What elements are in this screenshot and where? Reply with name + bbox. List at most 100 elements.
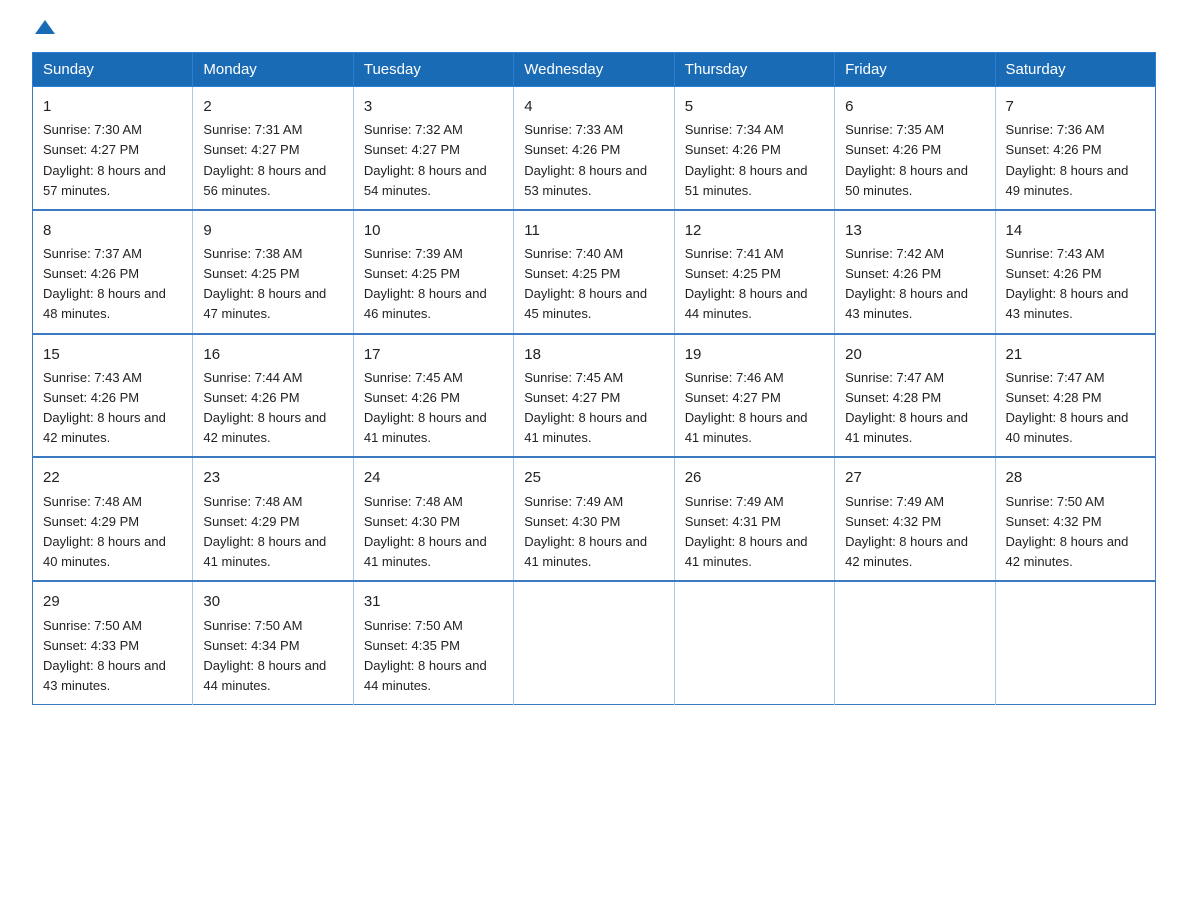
day-number: 15 xyxy=(43,343,182,366)
calendar-cell: 22 Sunrise: 7:48 AM Sunset: 4:29 PM Dayl… xyxy=(33,457,193,581)
calendar-cell xyxy=(514,581,674,704)
day-sunset: Sunset: 4:26 PM xyxy=(43,266,139,281)
day-number: 28 xyxy=(1006,466,1145,489)
day-sunrise: Sunrise: 7:33 AM xyxy=(524,122,623,137)
day-sunrise: Sunrise: 7:30 AM xyxy=(43,122,142,137)
day-daylight: Daylight: 8 hours and 41 minutes. xyxy=(524,410,647,445)
day-daylight: Daylight: 8 hours and 44 minutes. xyxy=(685,286,808,321)
calendar-cell: 19 Sunrise: 7:46 AM Sunset: 4:27 PM Dayl… xyxy=(674,334,834,458)
day-daylight: Daylight: 8 hours and 44 minutes. xyxy=(364,658,487,693)
day-number: 23 xyxy=(203,466,342,489)
calendar-cell: 30 Sunrise: 7:50 AM Sunset: 4:34 PM Dayl… xyxy=(193,581,353,704)
day-sunset: Sunset: 4:29 PM xyxy=(203,514,299,529)
day-daylight: Daylight: 8 hours and 48 minutes. xyxy=(43,286,166,321)
calendar-cell: 7 Sunrise: 7:36 AM Sunset: 4:26 PM Dayli… xyxy=(995,87,1155,210)
day-daylight: Daylight: 8 hours and 43 minutes. xyxy=(845,286,968,321)
day-sunset: Sunset: 4:26 PM xyxy=(845,266,941,281)
day-number: 8 xyxy=(43,219,182,242)
day-daylight: Daylight: 8 hours and 51 minutes. xyxy=(685,163,808,198)
day-sunrise: Sunrise: 7:41 AM xyxy=(685,246,784,261)
calendar-cell xyxy=(674,581,834,704)
day-sunset: Sunset: 4:26 PM xyxy=(685,142,781,157)
calendar-cell: 6 Sunrise: 7:35 AM Sunset: 4:26 PM Dayli… xyxy=(835,87,995,210)
day-number: 17 xyxy=(364,343,503,366)
day-number: 10 xyxy=(364,219,503,242)
day-daylight: Daylight: 8 hours and 47 minutes. xyxy=(203,286,326,321)
day-number: 18 xyxy=(524,343,663,366)
day-daylight: Daylight: 8 hours and 41 minutes. xyxy=(524,534,647,569)
day-daylight: Daylight: 8 hours and 49 minutes. xyxy=(1006,163,1129,198)
weekday-header-wednesday: Wednesday xyxy=(514,53,674,87)
day-sunrise: Sunrise: 7:42 AM xyxy=(845,246,944,261)
calendar-cell: 11 Sunrise: 7:40 AM Sunset: 4:25 PM Dayl… xyxy=(514,210,674,334)
day-sunset: Sunset: 4:30 PM xyxy=(364,514,460,529)
page-header xyxy=(32,24,1156,34)
day-number: 24 xyxy=(364,466,503,489)
calendar-cell: 18 Sunrise: 7:45 AM Sunset: 4:27 PM Dayl… xyxy=(514,334,674,458)
calendar-cell: 24 Sunrise: 7:48 AM Sunset: 4:30 PM Dayl… xyxy=(353,457,513,581)
day-sunrise: Sunrise: 7:31 AM xyxy=(203,122,302,137)
day-sunset: Sunset: 4:26 PM xyxy=(1006,266,1102,281)
day-daylight: Daylight: 8 hours and 41 minutes. xyxy=(845,410,968,445)
day-sunrise: Sunrise: 7:45 AM xyxy=(364,370,463,385)
day-sunrise: Sunrise: 7:49 AM xyxy=(524,494,623,509)
day-sunrise: Sunrise: 7:48 AM xyxy=(203,494,302,509)
day-number: 9 xyxy=(203,219,342,242)
calendar-cell: 14 Sunrise: 7:43 AM Sunset: 4:26 PM Dayl… xyxy=(995,210,1155,334)
day-sunset: Sunset: 4:27 PM xyxy=(43,142,139,157)
day-daylight: Daylight: 8 hours and 44 minutes. xyxy=(203,658,326,693)
day-daylight: Daylight: 8 hours and 41 minutes. xyxy=(203,534,326,569)
calendar-cell: 1 Sunrise: 7:30 AM Sunset: 4:27 PM Dayli… xyxy=(33,87,193,210)
day-sunset: Sunset: 4:25 PM xyxy=(685,266,781,281)
day-sunset: Sunset: 4:27 PM xyxy=(203,142,299,157)
calendar-cell: 13 Sunrise: 7:42 AM Sunset: 4:26 PM Dayl… xyxy=(835,210,995,334)
day-sunset: Sunset: 4:32 PM xyxy=(1006,514,1102,529)
logo xyxy=(32,24,55,34)
weekday-header-tuesday: Tuesday xyxy=(353,53,513,87)
day-sunrise: Sunrise: 7:43 AM xyxy=(43,370,142,385)
day-sunset: Sunset: 4:26 PM xyxy=(1006,142,1102,157)
day-number: 1 xyxy=(43,95,182,118)
day-sunrise: Sunrise: 7:40 AM xyxy=(524,246,623,261)
calendar-cell: 21 Sunrise: 7:47 AM Sunset: 4:28 PM Dayl… xyxy=(995,334,1155,458)
logo-arrow-icon xyxy=(35,20,55,34)
day-sunrise: Sunrise: 7:50 AM xyxy=(364,618,463,633)
calendar-cell: 20 Sunrise: 7:47 AM Sunset: 4:28 PM Dayl… xyxy=(835,334,995,458)
day-sunrise: Sunrise: 7:46 AM xyxy=(685,370,784,385)
calendar-cell xyxy=(995,581,1155,704)
day-daylight: Daylight: 8 hours and 42 minutes. xyxy=(43,410,166,445)
day-daylight: Daylight: 8 hours and 43 minutes. xyxy=(1006,286,1129,321)
day-daylight: Daylight: 8 hours and 41 minutes. xyxy=(364,534,487,569)
day-daylight: Daylight: 8 hours and 42 minutes. xyxy=(845,534,968,569)
day-sunset: Sunset: 4:27 PM xyxy=(524,390,620,405)
day-sunrise: Sunrise: 7:36 AM xyxy=(1006,122,1105,137)
day-number: 21 xyxy=(1006,343,1145,366)
calendar-cell: 27 Sunrise: 7:49 AM Sunset: 4:32 PM Dayl… xyxy=(835,457,995,581)
calendar-cell: 17 Sunrise: 7:45 AM Sunset: 4:26 PM Dayl… xyxy=(353,334,513,458)
day-number: 27 xyxy=(845,466,984,489)
calendar-cell: 26 Sunrise: 7:49 AM Sunset: 4:31 PM Dayl… xyxy=(674,457,834,581)
day-number: 12 xyxy=(685,219,824,242)
day-number: 11 xyxy=(524,219,663,242)
calendar-cell: 9 Sunrise: 7:38 AM Sunset: 4:25 PM Dayli… xyxy=(193,210,353,334)
day-sunrise: Sunrise: 7:47 AM xyxy=(845,370,944,385)
day-sunset: Sunset: 4:26 PM xyxy=(364,390,460,405)
day-sunrise: Sunrise: 7:34 AM xyxy=(685,122,784,137)
day-sunset: Sunset: 4:27 PM xyxy=(685,390,781,405)
calendar-cell: 15 Sunrise: 7:43 AM Sunset: 4:26 PM Dayl… xyxy=(33,334,193,458)
calendar-cell: 25 Sunrise: 7:49 AM Sunset: 4:30 PM Dayl… xyxy=(514,457,674,581)
calendar-cell: 23 Sunrise: 7:48 AM Sunset: 4:29 PM Dayl… xyxy=(193,457,353,581)
day-number: 19 xyxy=(685,343,824,366)
day-sunset: Sunset: 4:26 PM xyxy=(43,390,139,405)
calendar-cell: 28 Sunrise: 7:50 AM Sunset: 4:32 PM Dayl… xyxy=(995,457,1155,581)
day-daylight: Daylight: 8 hours and 42 minutes. xyxy=(1006,534,1129,569)
day-daylight: Daylight: 8 hours and 41 minutes. xyxy=(364,410,487,445)
day-number: 2 xyxy=(203,95,342,118)
day-number: 30 xyxy=(203,590,342,613)
day-number: 14 xyxy=(1006,219,1145,242)
day-sunset: Sunset: 4:27 PM xyxy=(364,142,460,157)
day-sunrise: Sunrise: 7:48 AM xyxy=(364,494,463,509)
day-number: 7 xyxy=(1006,95,1145,118)
day-sunset: Sunset: 4:26 PM xyxy=(845,142,941,157)
calendar-cell: 4 Sunrise: 7:33 AM Sunset: 4:26 PM Dayli… xyxy=(514,87,674,210)
